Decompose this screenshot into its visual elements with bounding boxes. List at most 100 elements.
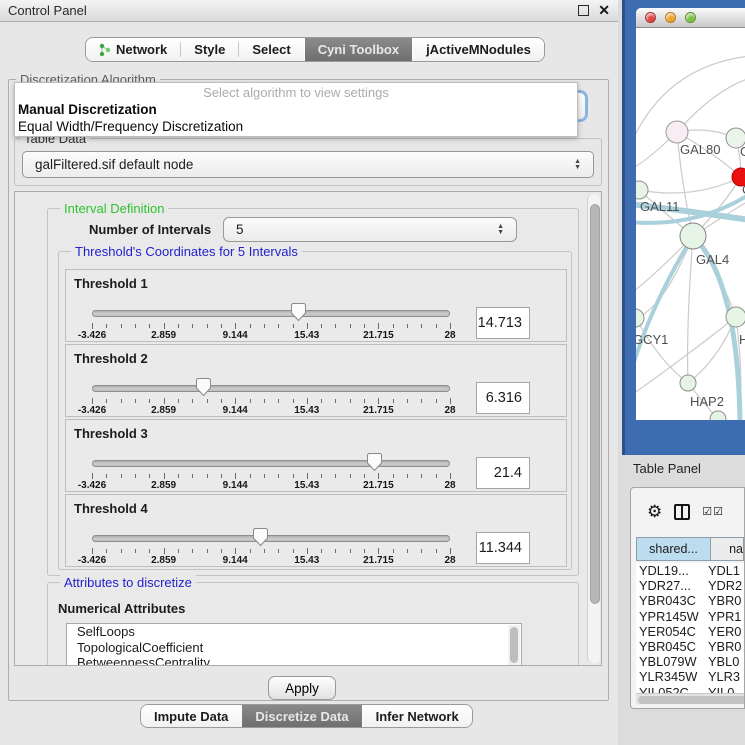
cell-name[interactable]: YBR0	[708, 593, 744, 608]
close-icon[interactable]: ✕	[598, 5, 610, 16]
slider-tick	[335, 474, 336, 478]
table-row[interactable]: YBR045CYBR0	[636, 639, 744, 654]
cell-name[interactable]: YPR1	[708, 609, 744, 624]
network-edge[interactable]	[688, 236, 693, 383]
threshold-slider-thumb[interactable]	[195, 377, 212, 397]
tab-network[interactable]: Network	[86, 38, 180, 61]
GCY1-node[interactable]	[636, 309, 644, 327]
tab-style[interactable]: Style	[181, 38, 238, 61]
column-header-name[interactable]: na	[711, 538, 743, 560]
table-row[interactable]: YBR043CYBR0	[636, 593, 744, 608]
cell-shared-name[interactable]: YBR045C	[636, 639, 708, 654]
slider-tick	[393, 549, 394, 553]
tick-label: 9.144	[223, 330, 248, 341]
threshold-slider-thumb[interactable]	[290, 302, 307, 322]
threshold-slider-thumb[interactable]	[366, 452, 383, 472]
tab-cyni-toolbox[interactable]: Cyni Toolbox	[305, 38, 412, 61]
table-toolbar: ⚙ ☑☑	[631, 488, 744, 535]
threshold-slider-thumb[interactable]	[252, 527, 269, 547]
threshold-panel-3: Threshold 3-3.4262.8599.14415.4321.71528…	[65, 419, 567, 492]
gear-icon[interactable]: ⚙	[647, 503, 662, 520]
table-row[interactable]: YDL19...YDL1	[636, 563, 744, 578]
slider-tick	[178, 324, 179, 328]
table-row[interactable]: YBL079WYBL0	[636, 654, 744, 669]
threshold-slider-track[interactable]	[92, 535, 450, 542]
numerical-attributes-list[interactable]: SelfLoopsTopologicalCoefficientBetweenne…	[66, 623, 522, 666]
threshold-slider-track[interactable]	[92, 460, 450, 467]
cell-name[interactable]: YER0	[708, 624, 744, 639]
network-icon	[99, 43, 111, 57]
table-horizontal-scrollbar[interactable]	[636, 693, 744, 704]
attribute-list-item[interactable]: BetweennessCentrality	[67, 655, 521, 666]
table-row[interactable]: YDR27...YDR2	[636, 578, 744, 593]
scrollbar-thumb[interactable]	[638, 696, 745, 704]
tab-label: Impute Data	[154, 709, 228, 724]
network-edge[interactable]	[688, 317, 736, 383]
attributes-group-title: Attributes to discretize	[60, 575, 196, 590]
threshold-value-field[interactable]: 6.316	[476, 382, 530, 414]
slider-tick	[221, 399, 222, 403]
apply-button[interactable]: Apply	[268, 676, 336, 700]
cell-shared-name[interactable]: YDL19...	[636, 563, 708, 578]
table-row[interactable]: YPR145WYPR1	[636, 609, 744, 624]
cell-name[interactable]: YLR3	[708, 669, 744, 684]
checkboxes-icon[interactable]: ☑☑	[702, 505, 724, 518]
node-label: GAL80	[680, 142, 720, 157]
cell-shared-name[interactable]: YER054C	[636, 624, 708, 639]
scrollbar-thumb[interactable]	[590, 204, 600, 604]
cell-name[interactable]: YDR2	[708, 578, 744, 593]
tab-discretize-data[interactable]: Discretize Data	[242, 705, 361, 727]
settings-vertical-scrollbar[interactable]	[587, 194, 600, 663]
network-edge[interactable]	[639, 177, 741, 193]
attribute-list-item[interactable]: TopologicalCoefficient	[67, 640, 521, 656]
cell-shared-name[interactable]: YBL079W	[636, 654, 708, 669]
mac-close-button[interactable]	[645, 12, 656, 23]
threshold-value-field[interactable]: 14.713	[476, 307, 530, 339]
GAL80-node[interactable]	[666, 121, 688, 143]
cell-shared-name[interactable]: YBR043C	[636, 593, 708, 608]
cell-shared-name[interactable]: YDR27...	[636, 578, 708, 593]
tab-impute-data[interactable]: Impute Data	[141, 705, 241, 727]
split-columns-icon[interactable]	[674, 504, 690, 520]
GAL4-node[interactable]	[680, 223, 706, 249]
table-row[interactable]: YLR345WYLR3	[636, 669, 744, 684]
cell-name[interactable]: YBR0	[708, 639, 744, 654]
tab-jactivemnodules[interactable]: jActiveMNodules	[413, 38, 544, 61]
threshold-slider-track[interactable]	[92, 310, 450, 317]
cell-shared-name[interactable]: YLR345W	[636, 669, 708, 684]
slider-tick	[149, 399, 150, 403]
cell-shared-name[interactable]: YPR145W	[636, 609, 708, 624]
cell-name[interactable]: YDL1	[708, 563, 744, 578]
table-header-row: shared... na	[636, 537, 744, 561]
table-row[interactable]: YER054CYER0	[636, 624, 744, 639]
slider-tick	[164, 398, 165, 404]
slider-tick	[378, 548, 379, 554]
tick-label: 28	[444, 330, 455, 341]
slider-tick	[393, 324, 394, 328]
number-of-intervals-spinner[interactable]: 5 ▲▼	[223, 217, 517, 242]
interval-definition-group: Interval Definition Number of Intervals …	[47, 208, 579, 576]
mac-minimize-button[interactable]	[665, 12, 676, 23]
threshold-slider-track[interactable]	[92, 385, 450, 392]
cell-name[interactable]: YBL0	[708, 654, 744, 669]
attributes-list-scrollbar[interactable]	[508, 625, 520, 666]
network-edge[interactable]	[677, 78, 745, 132]
mac-zoom-button[interactable]	[685, 12, 696, 23]
network-canvas[interactable]: GAL80GACGAL11GAL4GCY1HAHAP2	[636, 28, 745, 420]
HAP2-node[interactable]	[680, 375, 696, 391]
dropdown-option-manual[interactable]: Manual Discretization	[18, 102, 157, 117]
column-header-shared[interactable]: shared...	[637, 538, 711, 560]
tab-infer-network[interactable]: Infer Network	[363, 705, 472, 727]
network-window-titlebar	[636, 8, 745, 28]
threshold-value-field[interactable]: 21.4	[476, 457, 530, 489]
attribute-list-item[interactable]: SelfLoops	[67, 624, 521, 640]
slider-tick	[335, 324, 336, 328]
tab-select[interactable]: Select	[239, 38, 303, 61]
dropdown-option-equal-width[interactable]: Equal Width/Frequency Discretization	[18, 119, 243, 134]
scrollbar-thumb[interactable]	[510, 627, 518, 663]
threshold-value-field[interactable]: 11.344	[476, 532, 530, 564]
float-window-icon[interactable]	[578, 5, 589, 16]
H-node[interactable]	[726, 307, 745, 327]
slider-tick	[149, 474, 150, 478]
table-data-combobox[interactable]: galFiltered.sif default node ▲▼	[22, 151, 594, 178]
